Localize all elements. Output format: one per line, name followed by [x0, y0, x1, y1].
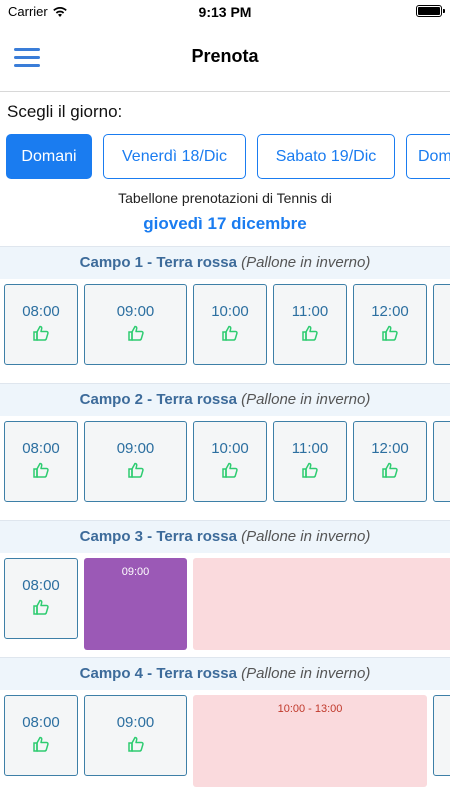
- day-button-sunday[interactable]: Domenica 20/Dic: [406, 134, 450, 179]
- slot-time: 09:00: [116, 303, 155, 320]
- time-slots: 08:00 09:00 10:00 - 13:00: [0, 690, 450, 800]
- day-button-friday[interactable]: Venerdì 18/Dic: [103, 134, 246, 179]
- court-3: Campo 3 - Terra rossa (Pallone in invern…: [0, 520, 450, 657]
- slot-time: 11:00: [291, 440, 329, 457]
- thumbs-up-icon: [32, 735, 50, 753]
- court-note: (Pallone in inverno): [241, 254, 371, 271]
- time-slot[interactable]: 10:00: [193, 421, 267, 502]
- day-button-tomorrow[interactable]: Domani: [6, 134, 92, 179]
- thumbs-up-icon: [221, 324, 239, 342]
- time-slots: 08:00 09:00 10:00 11:00 12:00: [0, 416, 450, 506]
- time-slot[interactable]: 08:00: [4, 695, 78, 776]
- time-slots: 08:00 09:00 10:00 11:00 12:00: [0, 279, 450, 369]
- thumbs-up-icon: [127, 735, 145, 753]
- thumbs-up-icon: [32, 461, 50, 479]
- navigation-bar: Prenota: [0, 24, 450, 92]
- time-slot-partial[interactable]: [433, 421, 450, 502]
- thumbs-up-icon: [381, 461, 399, 479]
- slot-time: 08:00: [22, 303, 60, 320]
- day-button-saturday[interactable]: Sabato 19/Dic: [257, 134, 395, 179]
- time-slot[interactable]: 12:00: [353, 284, 427, 365]
- unavailable-block: [193, 558, 450, 650]
- time-slot-partial[interactable]: [433, 284, 450, 365]
- booked-time: 10:00 - 13:00: [277, 703, 343, 715]
- court-name: Campo 4 - Terra rossa: [79, 665, 237, 682]
- thumbs-up-icon: [381, 324, 399, 342]
- court-name: Campo 1 - Terra rossa: [79, 254, 237, 271]
- court-name: Campo 2 - Terra rossa: [79, 391, 237, 408]
- court-4: Campo 4 - Terra rossa (Pallone in invern…: [0, 657, 450, 794]
- thumbs-up-icon: [32, 598, 50, 616]
- court-note: (Pallone in inverno): [241, 391, 371, 408]
- booked-range[interactable]: 10:00 - 13:00: [193, 695, 427, 787]
- thumbs-up-icon: [221, 461, 239, 479]
- booked-slot[interactable]: 09:00: [84, 558, 187, 650]
- slot-time: 08:00: [22, 577, 60, 594]
- court-name: Campo 3 - Terra rossa: [79, 528, 237, 545]
- day-selector: Domani Venerdì 18/Dic Sabato 19/Dic Dome…: [6, 134, 450, 180]
- slot-time: 12:00: [371, 440, 409, 457]
- slot-time: 10:00: [211, 440, 249, 457]
- thumbs-up-icon: [32, 324, 50, 342]
- court-2: Campo 2 - Terra rossa (Pallone in invern…: [0, 383, 450, 520]
- time-slot[interactable]: 09:00: [84, 284, 187, 365]
- court-header: Campo 1 - Terra rossa (Pallone in invern…: [0, 247, 450, 279]
- time-slot[interactable]: 11:00: [273, 421, 347, 502]
- time-slot[interactable]: 09:00: [84, 695, 187, 776]
- court-header: Campo 2 - Terra rossa (Pallone in invern…: [0, 384, 450, 416]
- time-slot[interactable]: 11:00: [273, 284, 347, 365]
- court-header: Campo 3 - Terra rossa (Pallone in invern…: [0, 521, 450, 553]
- time-slot[interactable]: 10:00: [193, 284, 267, 365]
- booked-time: 09:00: [121, 566, 150, 578]
- page-title: Prenota: [191, 46, 259, 66]
- board-caption: Tabellone prenotazioni di Tennis di: [118, 190, 332, 206]
- slot-time: 09:00: [116, 440, 155, 457]
- clock: 9:13 PM: [198, 4, 252, 20]
- thumbs-up-icon: [127, 324, 145, 342]
- slot-time: 09:00: [116, 714, 155, 731]
- thumbs-up-icon: [127, 461, 145, 479]
- time-slot[interactable]: 09:00: [84, 421, 187, 502]
- slot-time: 08:00: [22, 440, 60, 457]
- thumbs-up-icon: [301, 324, 319, 342]
- slot-time: 10:00: [211, 303, 249, 320]
- time-slot[interactable]: 08:00: [4, 558, 78, 639]
- time-slot[interactable]: 08:00: [4, 421, 78, 502]
- time-slot[interactable]: 12:00: [353, 421, 427, 502]
- court-1: Campo 1 - Terra rossa (Pallone in invern…: [0, 246, 450, 383]
- status-bar: Carrier 9:13 PM: [0, 0, 450, 24]
- court-note: (Pallone in inverno): [241, 665, 371, 682]
- time-slots: 08:00 09:00: [0, 553, 450, 663]
- time-slot[interactable]: 08:00: [4, 284, 78, 365]
- court-header: Campo 4 - Terra rossa (Pallone in invern…: [0, 658, 450, 690]
- time-slot-partial[interactable]: [433, 695, 450, 776]
- choose-day-label: Scegli il giorno:: [7, 102, 123, 121]
- thumbs-up-icon: [301, 461, 319, 479]
- battery-icon: [416, 5, 445, 17]
- slot-time: 08:00: [22, 714, 60, 731]
- slot-time: 11:00: [291, 303, 329, 320]
- court-note: (Pallone in inverno): [241, 528, 371, 545]
- board-date: giovedì 17 dicembre: [143, 214, 307, 233]
- slot-time: 12:00: [371, 303, 409, 320]
